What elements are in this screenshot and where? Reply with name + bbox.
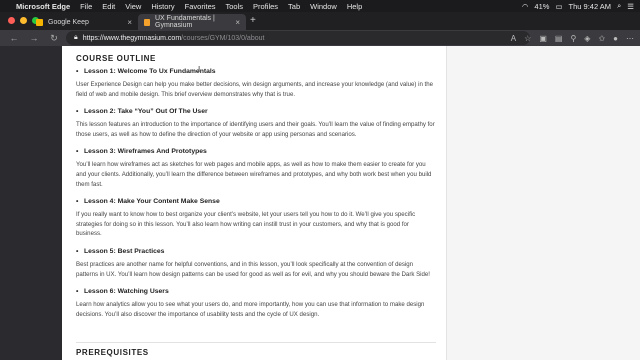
url-domain: https://www.thegymnasium.com xyxy=(82,34,182,42)
menu-help[interactable]: Help xyxy=(347,2,362,11)
close-tab-icon[interactable]: × xyxy=(127,18,132,27)
toolbar-actions: A ☆ ▣ ▤ ⚲ ◈ ✩ ● ⋯ xyxy=(511,31,634,45)
menu-file[interactable]: File xyxy=(80,2,92,11)
bullet-icon: • xyxy=(76,198,79,206)
forward-icon[interactable]: → xyxy=(28,33,40,43)
tab-title: UX Fundamentals | Gymnasium xyxy=(155,15,215,29)
read-aloud-icon[interactable]: A xyxy=(511,34,516,43)
web-content: COURSE OUTLINE I • Lesson 1: Welcome To U… xyxy=(0,46,640,360)
refresh-icon[interactable]: ↻ xyxy=(48,33,60,44)
lesson-description: You’ll learn how wireframes act as sketc… xyxy=(76,161,432,188)
lesson-description: This lesson features an introduction to … xyxy=(76,121,435,138)
close-window-button[interactable] xyxy=(8,17,15,24)
lesson-title: Lesson 3: Wireframes And Prototypes xyxy=(84,148,207,156)
menu-view[interactable]: View xyxy=(125,2,141,11)
collections-icon[interactable]: ▣ xyxy=(539,34,547,43)
clock[interactable]: Thu 9:42 AM xyxy=(569,2,612,11)
lesson-list: • Lesson 1: Welcome To Ux Fundamentals Us… xyxy=(76,68,436,328)
lesson-description: If you really want to know how to best o… xyxy=(76,211,416,238)
bullet-icon: • xyxy=(76,288,79,296)
back-icon[interactable]: ← xyxy=(8,33,20,43)
tab-strip: Google Keep × UX Fundamentals | Gymnasiu… xyxy=(0,12,640,30)
menu-profiles[interactable]: Profiles xyxy=(253,2,278,11)
lesson-item: • Lesson 2: Take “You” Out Of The User Th… xyxy=(76,108,436,139)
lesson-item: • Lesson 6: Watching Users Learn how anal… xyxy=(76,288,436,319)
gymnasium-favicon-icon xyxy=(144,18,150,26)
favorites-bar-icon[interactable]: ✩ xyxy=(598,34,605,43)
section-divider xyxy=(76,342,436,343)
menu-window[interactable]: Window xyxy=(310,2,337,11)
more-options-icon[interactable]: ⋯ xyxy=(626,34,634,43)
app-menu-name[interactable]: Microsoft Edge xyxy=(16,2,70,11)
minimize-window-button[interactable] xyxy=(20,17,27,24)
battery-percent[interactable]: 41% xyxy=(534,2,549,11)
extension-icon[interactable]: ▤ xyxy=(555,34,563,43)
bullet-icon: • xyxy=(76,247,79,255)
menu-favorites[interactable]: Favorites xyxy=(185,2,216,11)
close-tab-icon[interactable]: × xyxy=(235,18,240,27)
lesson-description: Best practices are another name for help… xyxy=(76,260,430,278)
menu-tab[interactable]: Tab xyxy=(288,2,300,11)
lesson-title: Lesson 6: Watching Users xyxy=(84,288,169,296)
lesson-title: Lesson 2: Take “You” Out Of The User xyxy=(84,108,208,116)
search-icon[interactable]: ⌕ xyxy=(617,1,621,11)
lesson-item: • Lesson 3: Wireframes And Prototypes You… xyxy=(76,148,436,189)
new-tab-button[interactable]: + xyxy=(250,15,256,26)
lesson-title: Lesson 1: Welcome To Ux Fundamentals xyxy=(84,68,216,75)
battery-icon[interactable]: ▭ xyxy=(555,2,562,11)
extension-icon[interactable]: ◈ xyxy=(584,34,590,43)
lock-icon[interactable]: 🔒︎ xyxy=(74,34,78,42)
address-bar[interactable]: 🔒︎ https://www.thegymnasium.com/courses/… xyxy=(66,31,530,45)
bullet-icon: • xyxy=(76,68,79,75)
lesson-title: Lesson 4: Make Your Content Make Sense xyxy=(84,198,220,206)
lesson-item: • Lesson 1: Welcome To Ux Fundamentals Us… xyxy=(76,68,436,99)
menu-edit[interactable]: Edit xyxy=(102,2,115,11)
bullet-icon: • xyxy=(76,148,79,156)
wifi-icon[interactable]: ◠ xyxy=(522,2,529,11)
extension-iq-icon[interactable]: ⚲ xyxy=(570,34,576,43)
prerequisites-heading: PREREQUISITES xyxy=(76,348,149,357)
menu-tools[interactable]: Tools xyxy=(226,2,244,11)
course-outline-panel: COURSE OUTLINE I • Lesson 1: Welcome To U… xyxy=(62,46,446,360)
tab-google-keep[interactable]: Google Keep × xyxy=(30,14,138,30)
menu-extras-icon[interactable]: ☰ xyxy=(627,2,634,11)
favorite-star-icon[interactable]: ☆ xyxy=(524,34,531,43)
menu-history[interactable]: History xyxy=(151,2,174,11)
lesson-description: Learn how analytics allow you to see wha… xyxy=(76,301,425,318)
profile-avatar[interactable]: ● xyxy=(613,34,618,43)
tab-ux-fundamentals[interactable]: UX Fundamentals | Gymnasium × xyxy=(138,14,246,30)
sidebar-panel xyxy=(446,46,640,360)
url-path: /courses/GYM/103/0/about xyxy=(181,34,265,42)
lesson-item: • Lesson 4: Make Your Content Make Sense … xyxy=(76,198,436,239)
lesson-item: • Lesson 5: Best Practices Best practices… xyxy=(76,248,436,279)
tab-title: Google Keep xyxy=(48,18,89,26)
mac-menubar: Microsoft Edge File Edit View History Fa… xyxy=(0,0,640,12)
lesson-description: User Experience Design can help you make… xyxy=(76,81,434,98)
bullet-icon: • xyxy=(76,108,79,116)
course-outline-heading: COURSE OUTLINE xyxy=(76,54,156,63)
lesson-title: Lesson 5: Best Practices xyxy=(84,247,165,255)
google-keep-favicon-icon xyxy=(36,18,43,26)
